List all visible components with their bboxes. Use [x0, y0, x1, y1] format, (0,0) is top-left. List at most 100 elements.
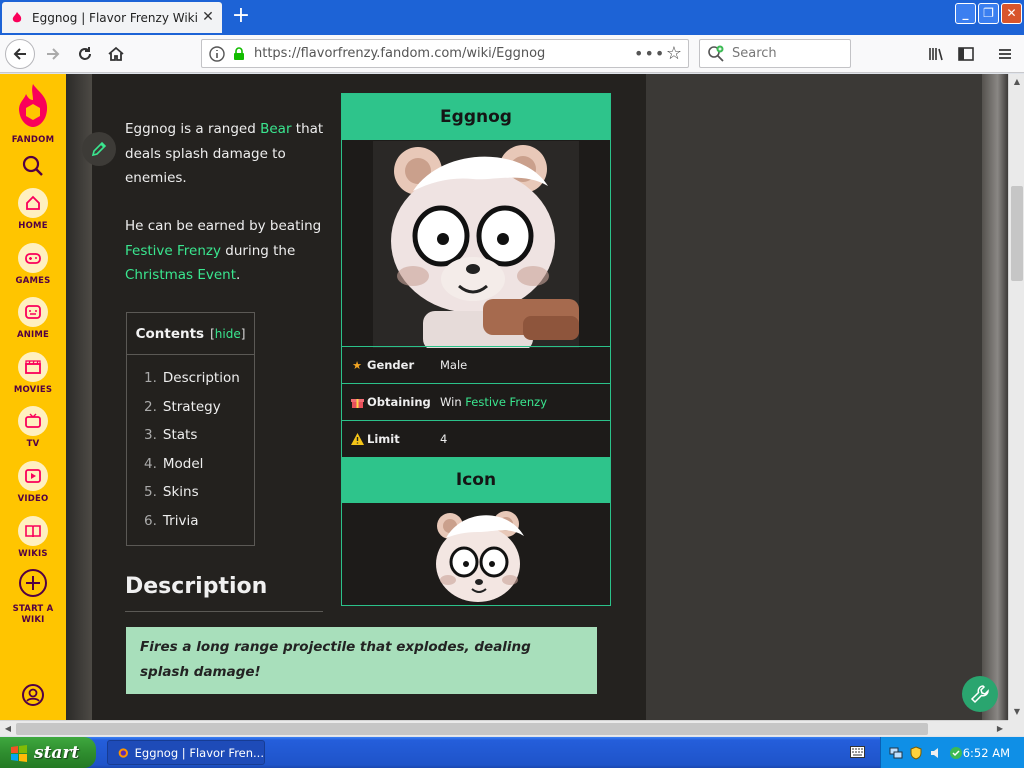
toc-label[interactable]: Skins [163, 484, 199, 500]
fandom-logo[interactable]: FANDOM [0, 82, 66, 146]
scroll-up-arrow-icon[interactable]: ▲ [1009, 74, 1024, 90]
rail-item-label: MOVIES [13, 385, 53, 395]
volume-icon[interactable] [929, 746, 943, 760]
edit-page-button[interactable] [82, 132, 116, 166]
forward-button[interactable] [38, 39, 68, 69]
rail-item-video[interactable]: VIDEO [0, 461, 66, 505]
play-video-icon [25, 469, 41, 483]
keyboard-language-icon[interactable] [850, 746, 865, 758]
hamburger-menu-icon [999, 49, 1011, 59]
rail-item-wikis[interactable]: WIKIS [0, 516, 66, 560]
user-avatar-icon [22, 684, 44, 706]
christmas-event-link[interactable]: Christmas Event [125, 267, 236, 283]
browser-tab[interactable]: Eggnog | Flavor Frenzy Wiki | Fandom ✕ [2, 2, 222, 33]
horizontal-scrollbar[interactable]: ◀ ▶ [0, 720, 1008, 736]
bookmark-star-icon[interactable]: ☆ [660, 43, 688, 64]
rail-user-account[interactable] [0, 683, 66, 711]
toc-label[interactable]: Strategy [163, 399, 221, 415]
earn-paragraph: He can be earned by beating Festive Fren… [125, 214, 325, 288]
rail-item-label: HOME [18, 221, 48, 231]
description-heading: Description [125, 574, 323, 612]
url-text[interactable]: https://flavorfrenzy.fandom.com/wiki/Egg… [254, 46, 634, 61]
rail-item-anime[interactable]: ANIME [0, 297, 66, 341]
start-button[interactable]: start [0, 737, 96, 768]
menu-button[interactable] [990, 39, 1020, 69]
info-icon[interactable] [208, 45, 226, 63]
star-icon: ★ [352, 358, 362, 372]
windows-logo-icon [11, 744, 27, 762]
vertical-scroll-thumb[interactable] [1011, 186, 1023, 281]
tab-close-icon[interactable]: ✕ [200, 9, 216, 25]
scroll-right-arrow-icon[interactable]: ▶ [992, 721, 1008, 737]
toc-label[interactable]: Trivia [163, 513, 199, 529]
sidebar-icon [958, 47, 974, 61]
toc-number: 2. [144, 398, 157, 415]
new-tab-button[interactable]: + [228, 4, 254, 30]
wrench-icon [970, 685, 989, 704]
gamepad-icon [25, 253, 41, 264]
character-render-image[interactable] [373, 141, 579, 348]
rail-item-home[interactable]: HOME [0, 188, 66, 232]
url-bar[interactable]: https://flavorfrenzy.fandom.com/wiki/Egg… [201, 39, 689, 68]
page-actions-icon[interactable]: ••• [634, 44, 664, 63]
system-tray: 6:52 AM [880, 737, 1024, 768]
toc-item-stats[interactable]: 3. Stats [127, 422, 254, 451]
vertical-scrollbar[interactable]: ▲ ▼ [1008, 74, 1024, 720]
character-icon-image[interactable] [428, 506, 528, 606]
toc-label[interactable]: Model [163, 456, 204, 472]
security-shield-icon[interactable] [909, 745, 923, 760]
festive-frenzy-link[interactable]: Festive Frenzy [125, 243, 221, 259]
rail-item-label: ANIME [16, 330, 50, 340]
fandom-flame-icon [19, 84, 48, 127]
toc-label[interactable]: Stats [163, 427, 197, 443]
windows-taskbar: start Eggnog | Flavor Fren... 6:52 AM [0, 737, 1024, 768]
toc-item-strategy[interactable]: 2. Strategy [127, 394, 254, 423]
toc-label[interactable]: Description [163, 370, 240, 386]
search-engine-icon [708, 45, 724, 62]
obtaining-prefix: Win [440, 395, 466, 409]
scroll-left-arrow-icon[interactable]: ◀ [0, 721, 16, 737]
rail-item-games[interactable]: GAMES [0, 243, 66, 287]
rail-search[interactable] [0, 154, 66, 182]
toc-item-model[interactable]: 4. Model [127, 451, 254, 480]
library-button[interactable] [921, 39, 951, 69]
anime-face-icon [25, 305, 41, 319]
infobox-key: Limit [342, 432, 440, 446]
festive-frenzy-infobox-link[interactable]: Festive Frenzy [465, 395, 547, 409]
scroll-down-arrow-icon[interactable]: ▼ [1009, 704, 1024, 720]
sidebar-toggle-button[interactable] [951, 39, 981, 69]
start-label: start [34, 742, 80, 763]
background-art-left [66, 74, 92, 720]
toc-item-skins[interactable]: 5. Skins [127, 479, 254, 508]
toc-hide-toggle[interactable]: [hide] [210, 327, 245, 341]
infobox-row-gender: ★ Gender Male [342, 346, 610, 383]
toc-hide-link[interactable]: hide [215, 327, 241, 341]
reload-button[interactable] [70, 39, 100, 69]
window-close-button[interactable]: ✕ [1001, 3, 1022, 24]
network-icon[interactable] [889, 746, 903, 760]
home-button[interactable] [101, 39, 131, 69]
back-button[interactable] [5, 39, 35, 69]
search-bar[interactable]: Search [699, 39, 851, 68]
rail-item-tv[interactable]: TV [0, 406, 66, 450]
window-restore-button[interactable]: ❐ [978, 3, 999, 24]
toc-item-description[interactable]: 1. Description [127, 365, 254, 394]
horizontal-scroll-thumb[interactable] [16, 723, 928, 735]
rail-item-label: GAMES [15, 276, 51, 286]
toc-number: 4. [144, 455, 157, 472]
warning-icon [350, 432, 364, 446]
update-icon[interactable] [949, 746, 963, 760]
book-icon [25, 525, 41, 538]
wiki-tools-button[interactable] [962, 676, 998, 712]
taskbar-window-firefox[interactable]: Eggnog | Flavor Fren... [107, 740, 265, 765]
search-icon [22, 155, 43, 176]
window-minimize-button[interactable]: _ [955, 3, 976, 24]
bear-link[interactable]: Bear [260, 121, 291, 137]
library-icon [929, 48, 943, 61]
toc-item-trivia[interactable]: 6. Trivia [127, 508, 254, 537]
rail-item-start-wiki[interactable]: START A WIKI [0, 568, 66, 626]
infobox-value: Male [440, 358, 468, 372]
toc-number: 3. [144, 427, 157, 443]
rail-item-movies[interactable]: MOVIES [0, 352, 66, 396]
lock-icon [234, 46, 244, 60]
